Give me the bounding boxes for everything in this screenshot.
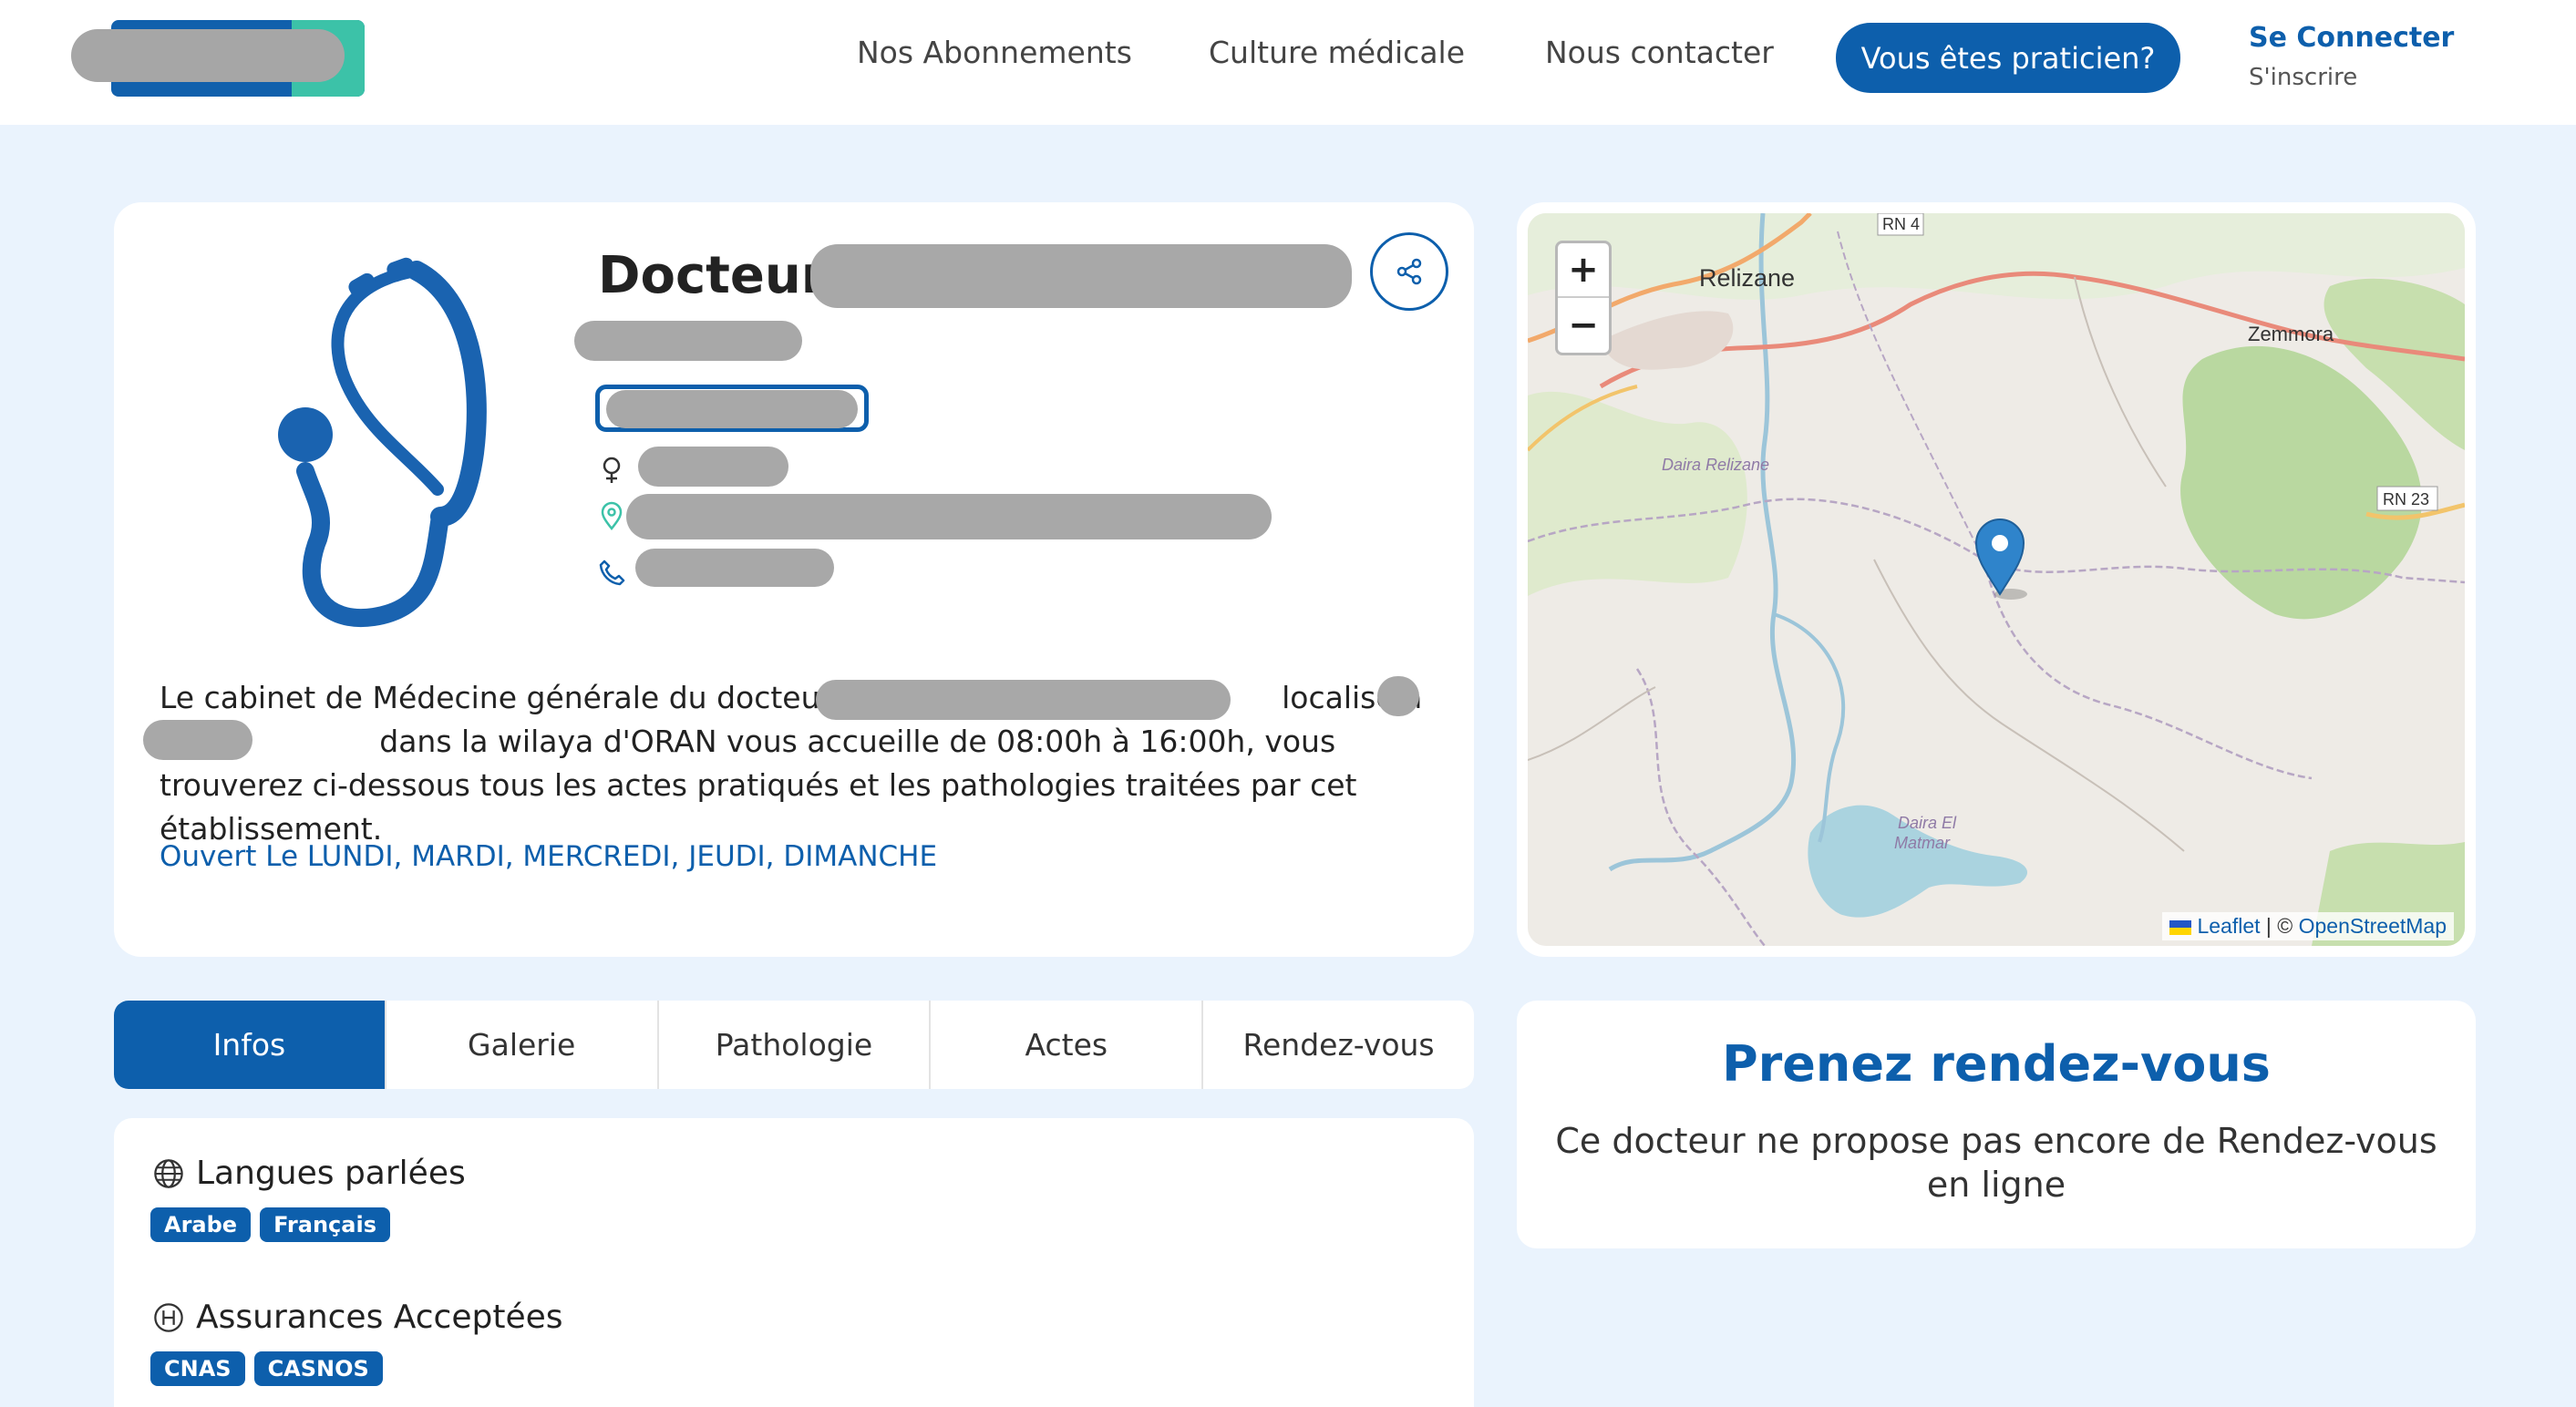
phone-icon <box>599 560 625 586</box>
languages-badges: Arabe Français <box>150 1207 399 1242</box>
top-header: Nos Abonnements Culture médicale Nous co… <box>0 0 2576 125</box>
share-icon <box>1396 258 1422 285</box>
share-button[interactable] <box>1370 232 1448 311</box>
tab-pathologie[interactable]: Pathologie <box>656 1001 930 1089</box>
tab-actes[interactable]: Actes <box>929 1001 1201 1089</box>
tab-infos[interactable]: Infos <box>114 1001 385 1089</box>
specialty-chip-redacted <box>606 390 858 428</box>
doctor-name-redacted <box>810 244 1352 308</box>
map-road-rn4: RN 4 <box>1882 215 1920 233</box>
nav-link-culture-medicale[interactable]: Culture médicale <box>1209 35 1465 70</box>
location-map-card: Relizane Zemmora Daira Relizane Daira El… <box>1517 202 2476 957</box>
insurance-badges: CNAS CASNOS <box>150 1351 392 1386</box>
doctor-profile-card: Docteur Le cabinet de Médecine générale … <box>114 202 1474 957</box>
site-logo[interactable] <box>71 20 372 97</box>
map-label-relizane: Relizane <box>1699 264 1795 292</box>
ukraine-flag-icon <box>2169 919 2192 935</box>
specialty-redacted <box>574 321 802 361</box>
cabinet-description: Le cabinet de Médecine générale du docte… <box>160 680 1423 847</box>
leaflet-link[interactable]: Leaflet <box>2197 914 2260 938</box>
zoom-out-button[interactable]: − <box>1558 298 1609 353</box>
profile-tabs: Infos Galerie Pathologie Actes Rendez-vo… <box>114 1001 1474 1089</box>
opening-days: Ouvert Le LUNDI, MARDI, MERCREDI, JEUDI,… <box>160 840 938 873</box>
languages-title: Langues parlées <box>196 1155 466 1192</box>
attribution-separator: | © <box>2260 914 2299 938</box>
stethoscope-icon <box>278 257 487 628</box>
description-city-redacted-2 <box>143 720 252 760</box>
phone-redacted[interactable] <box>635 549 834 587</box>
location-map[interactable]: Relizane Zemmora Daira Relizane Daira El… <box>1528 213 2465 946</box>
map-attribution: Leaflet | © OpenStreetMap <box>2162 912 2454 940</box>
globe-icon <box>154 1158 183 1188</box>
praticien-button[interactable]: Vous êtes praticien? <box>1836 23 2180 93</box>
hospital-icon <box>154 1302 183 1332</box>
tab-galerie[interactable]: Galerie <box>384 1001 657 1089</box>
nav-link-abonnements[interactable]: Nos Abonnements <box>857 35 1132 70</box>
nav-link-contact[interactable]: Nous contacter <box>1545 35 1774 70</box>
login-link[interactable]: Se Connecter <box>2249 22 2454 54</box>
insurance-badge: CNAS <box>150 1351 245 1386</box>
appointment-unavailable-text: Ce docteur ne propose pas encore de Rend… <box>1555 1121 2437 1205</box>
address-redacted <box>626 494 1272 539</box>
doctor-title: Docteur <box>598 246 827 305</box>
osm-link[interactable]: OpenStreetMap <box>2299 914 2447 938</box>
gender-redacted <box>638 447 788 487</box>
insurance-badge: CASNOS <box>253 1351 383 1386</box>
appointment-card: Prenez rendez-vous Ce docteur ne propose… <box>1517 1001 2476 1248</box>
map-tiles: Relizane Zemmora Daira Relizane Daira El… <box>1528 213 2465 946</box>
description-city-redacted-1 <box>1377 676 1419 716</box>
map-road-rn23: RN 23 <box>2383 490 2429 508</box>
languages-heading: Langues parlées <box>152 1155 466 1192</box>
zoom-in-button[interactable]: + <box>1558 243 1609 298</box>
map-zoom-control: + − <box>1555 241 1612 355</box>
appointment-title: Prenez rendez-vous <box>1722 1035 2271 1093</box>
description-name-redacted <box>816 680 1231 720</box>
map-label-daira-el: Daira El <box>1898 814 1957 832</box>
map-label-zemmora: Zemmora <box>2248 323 2334 345</box>
signup-link[interactable]: S'inscrire <box>2249 64 2357 91</box>
insurance-heading: Assurances Acceptées <box>152 1299 563 1336</box>
insurance-title: Assurances Acceptées <box>196 1299 563 1336</box>
logo-redacted <box>71 29 345 82</box>
map-label-matmar: Matmar <box>1894 834 1951 852</box>
map-label-daira-relizane: Daira Relizane <box>1662 456 1769 474</box>
language-badge: Français <box>260 1207 390 1242</box>
tab-rendez-vous[interactable]: Rendez-vous <box>1201 1001 1474 1089</box>
language-badge: Arabe <box>150 1207 252 1242</box>
gender-female-icon <box>603 457 621 483</box>
location-pin-icon <box>601 501 623 530</box>
infos-panel: Langues parlées Arabe Français Assurance… <box>114 1118 1474 1407</box>
